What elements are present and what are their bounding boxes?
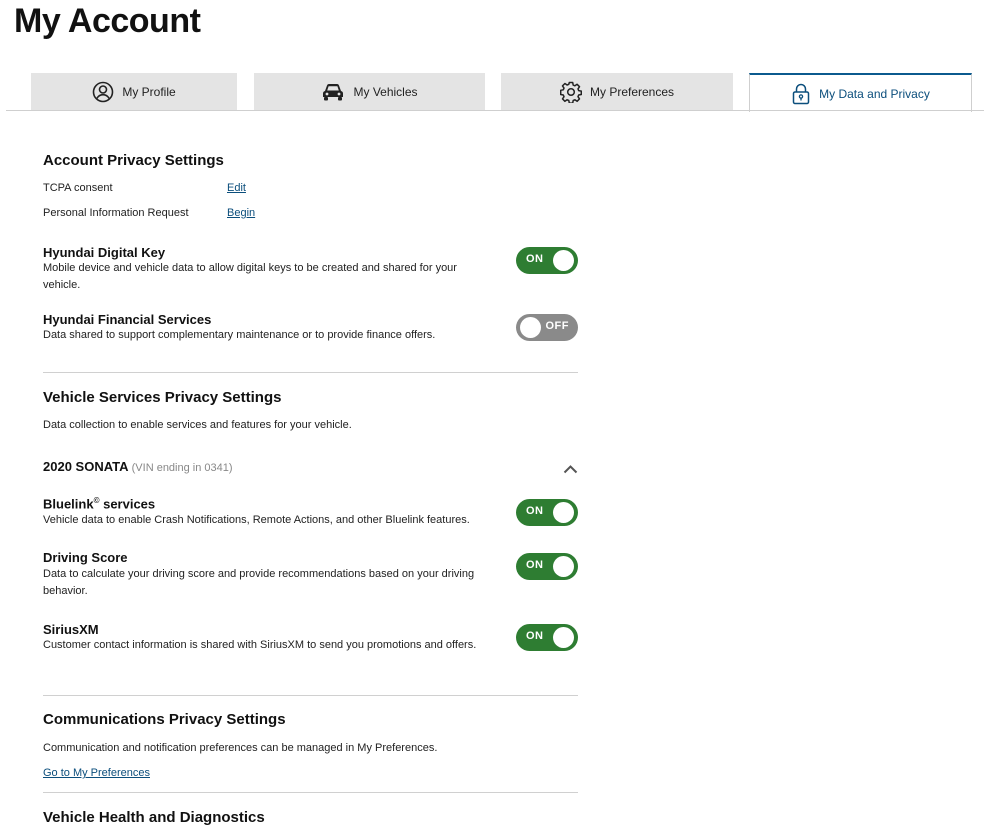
financial-services-toggle[interactable]: OFF: [516, 314, 578, 341]
section-divider: [43, 695, 578, 696]
tab-my-vehicles[interactable]: My Vehicles: [254, 73, 485, 111]
setting-desc-bluelink: Vehicle data to enable Crash Notificatio…: [43, 514, 470, 526]
go-to-preferences-link[interactable]: Go to My Preferences: [43, 767, 150, 779]
tab-label: My Preferences: [589, 85, 675, 99]
personal-info-begin-link[interactable]: Begin: [227, 207, 255, 219]
tab-my-preferences[interactable]: My Preferences: [501, 73, 733, 111]
chevron-up-icon[interactable]: [563, 461, 578, 479]
setting-title-bluelink: Bluelink© services: [43, 496, 155, 511]
toggle-state-label: ON: [526, 505, 544, 517]
toggle-state-label: OFF: [545, 320, 569, 332]
digital-key-toggle[interactable]: ON: [516, 247, 578, 274]
row-label-tcpa: TCPA consent: [43, 182, 113, 194]
toggle-state-label: ON: [526, 630, 544, 642]
section-divider: [43, 792, 578, 793]
setting-desc-financial-services: Data shared to support complementary mai…: [43, 329, 436, 341]
toggle-knob: [553, 502, 574, 523]
setting-desc-siriusxm: Customer contact information is shared w…: [43, 639, 477, 651]
tab-label: My Profile: [122, 85, 176, 99]
setting-title-driving-score: Driving Score: [43, 550, 128, 565]
section-title-communications: Communications Privacy Settings: [43, 711, 286, 728]
setting-title-digital-key: Hyundai Digital Key: [43, 245, 166, 260]
bluelink-suffix: services: [99, 496, 156, 512]
setting-desc-driving-score: Data to calculate your driving score and…: [43, 568, 475, 597]
section-title-vehicle-privacy: Vehicle Services Privacy Settings: [43, 389, 282, 406]
page-title: My Account: [14, 2, 201, 40]
row-label-personal-info-request: Personal Information Request: [43, 207, 189, 219]
tab-my-data-and-privacy[interactable]: My Data and Privacy: [749, 73, 972, 112]
section-title-account-privacy: Account Privacy Settings: [43, 152, 224, 169]
toggle-knob: [553, 250, 574, 271]
bluelink-name: Bluelink: [43, 496, 94, 512]
tab-bar: My Profile My Vehicles My Preferences My…: [0, 73, 990, 112]
toggle-knob: [553, 627, 574, 648]
gear-icon: [559, 81, 582, 103]
communications-desc: Communication and notification preferenc…: [43, 742, 438, 754]
car-icon: [321, 82, 345, 102]
vehicle-privacy-desc: Data collection to enable services and f…: [43, 419, 352, 431]
tab-bar-divider: [6, 110, 984, 111]
vehicle-header: 2020 SONATA (VIN ending in 0341): [43, 459, 233, 474]
tcpa-edit-link[interactable]: Edit: [227, 182, 246, 194]
section-divider: [43, 372, 578, 373]
toggle-state-label: ON: [526, 559, 544, 571]
tab-label: My Data and Privacy: [819, 86, 930, 101]
tab-my-profile[interactable]: My Profile: [31, 73, 237, 111]
siriusxm-toggle[interactable]: ON: [516, 624, 578, 651]
toggle-knob: [520, 317, 541, 338]
tab-label: My Vehicles: [353, 85, 418, 99]
vehicle-vin: (VIN ending in 0341): [131, 462, 233, 474]
toggle-state-label: ON: [526, 253, 544, 265]
user-circle-icon: [92, 81, 114, 103]
lock-icon: [791, 83, 811, 105]
section-title-vehicle-health: Vehicle Health and Diagnostics: [43, 809, 265, 826]
setting-title-financial-services: Hyundai Financial Services: [43, 312, 212, 327]
toggle-knob: [553, 556, 574, 577]
driving-score-toggle[interactable]: ON: [516, 553, 578, 580]
bluelink-toggle[interactable]: ON: [516, 499, 578, 526]
setting-desc-digital-key: Mobile device and vehicle data to allow …: [43, 262, 457, 291]
vehicle-name: 2020 SONATA: [43, 459, 129, 474]
setting-title-siriusxm: SiriusXM: [43, 622, 99, 637]
